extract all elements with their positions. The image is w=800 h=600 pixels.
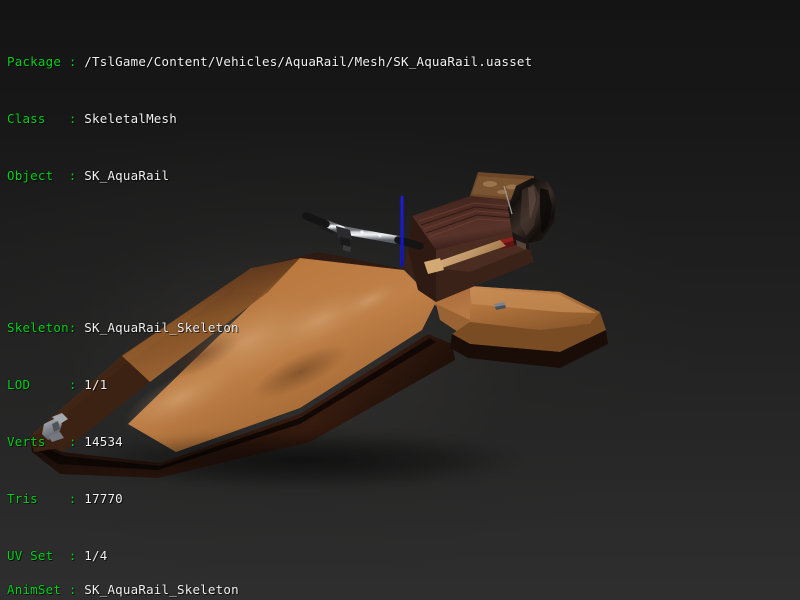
anim-separator: :	[61, 582, 84, 597]
info-separator: :	[46, 111, 85, 126]
info-label: Package	[7, 54, 61, 69]
info-label: Verts	[7, 434, 46, 449]
info-value-object: SK_AquaRail	[84, 168, 169, 183]
anim-label: AnimSet	[7, 582, 61, 597]
anim-value-animset: SK_AquaRail_Skeleton	[84, 582, 239, 597]
info-row-object: Object : SK_AquaRail	[7, 166, 532, 185]
info-label: Object	[7, 168, 53, 183]
info-separator: :	[38, 491, 84, 506]
info-value-lod: 1/1	[84, 377, 107, 392]
mesh-info-overlay-top: Package : /TslGame/Content/Vehicles/Aqua…	[7, 14, 532, 600]
info-row-class: Class : SkeletalMesh	[7, 109, 532, 128]
info-spacer	[7, 242, 532, 261]
info-value-skeleton: SK_AquaRail_Skeleton	[84, 320, 239, 335]
info-value-package: /TslGame/Content/Vehicles/AquaRail/Mesh/…	[84, 54, 532, 69]
info-row-tris: Tris : 17770	[7, 489, 532, 508]
info-value-tris: 17770	[84, 491, 123, 506]
info-row-skeleton: Skeleton: SK_AquaRail_Skeleton	[7, 318, 532, 337]
info-label: LOD	[7, 377, 30, 392]
info-separator: :	[30, 377, 84, 392]
info-value-class: SkeletalMesh	[84, 111, 177, 126]
info-label: Tris	[7, 491, 38, 506]
info-row-verts: Verts : 14534	[7, 432, 532, 451]
anim-row-animset: AnimSet : SK_AquaRail_Skeleton	[7, 580, 239, 599]
info-label: Skeleton:	[7, 320, 77, 335]
mesh-viewer-viewport[interactable]: Package : /TslGame/Content/Vehicles/Aqua…	[0, 0, 800, 600]
info-separator: :	[53, 168, 84, 183]
info-separator: :	[61, 54, 84, 69]
info-row-lod: LOD : 1/1	[7, 375, 532, 394]
info-value-verts: 14534	[84, 434, 123, 449]
info-separator: :	[46, 434, 85, 449]
info-row-package: Package : /TslGame/Content/Vehicles/Aqua…	[7, 52, 532, 71]
anim-info-overlay-bottom: AnimSet : SK_AquaRail_Skeleton RotationO…	[7, 542, 239, 600]
info-label: Class	[7, 111, 46, 126]
